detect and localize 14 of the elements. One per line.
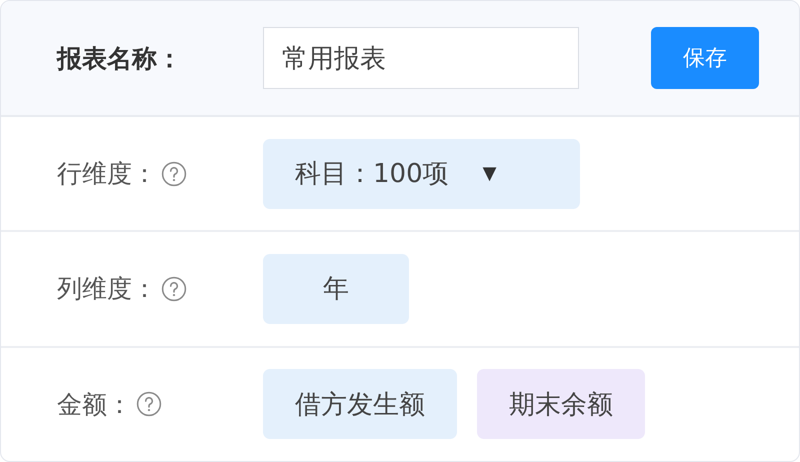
dimension-dropdown[interactable]: 科目：100项 ▼: [263, 138, 580, 209]
help-icon[interactable]: [161, 160, 187, 187]
report-name-label: 报表名称：: [57, 42, 183, 74]
help-icon[interactable]: [161, 276, 187, 302]
caret-icon: ▼: [482, 163, 496, 184]
dropdown-value: 科目：100项: [295, 158, 449, 192]
help-icon[interactable]: [136, 391, 162, 418]
dimension-label: 列维度：: [57, 273, 157, 306]
dimension-label: 行维度：: [57, 158, 157, 190]
field-tag[interactable]: 年: [263, 254, 409, 324]
field-tag[interactable]: 期末余额: [477, 369, 645, 440]
field-tag[interactable]: 借方发生额: [263, 369, 457, 440]
dimension-label: 金额：: [57, 388, 132, 421]
report-name-field[interactable]: 常用报表: [263, 27, 579, 89]
